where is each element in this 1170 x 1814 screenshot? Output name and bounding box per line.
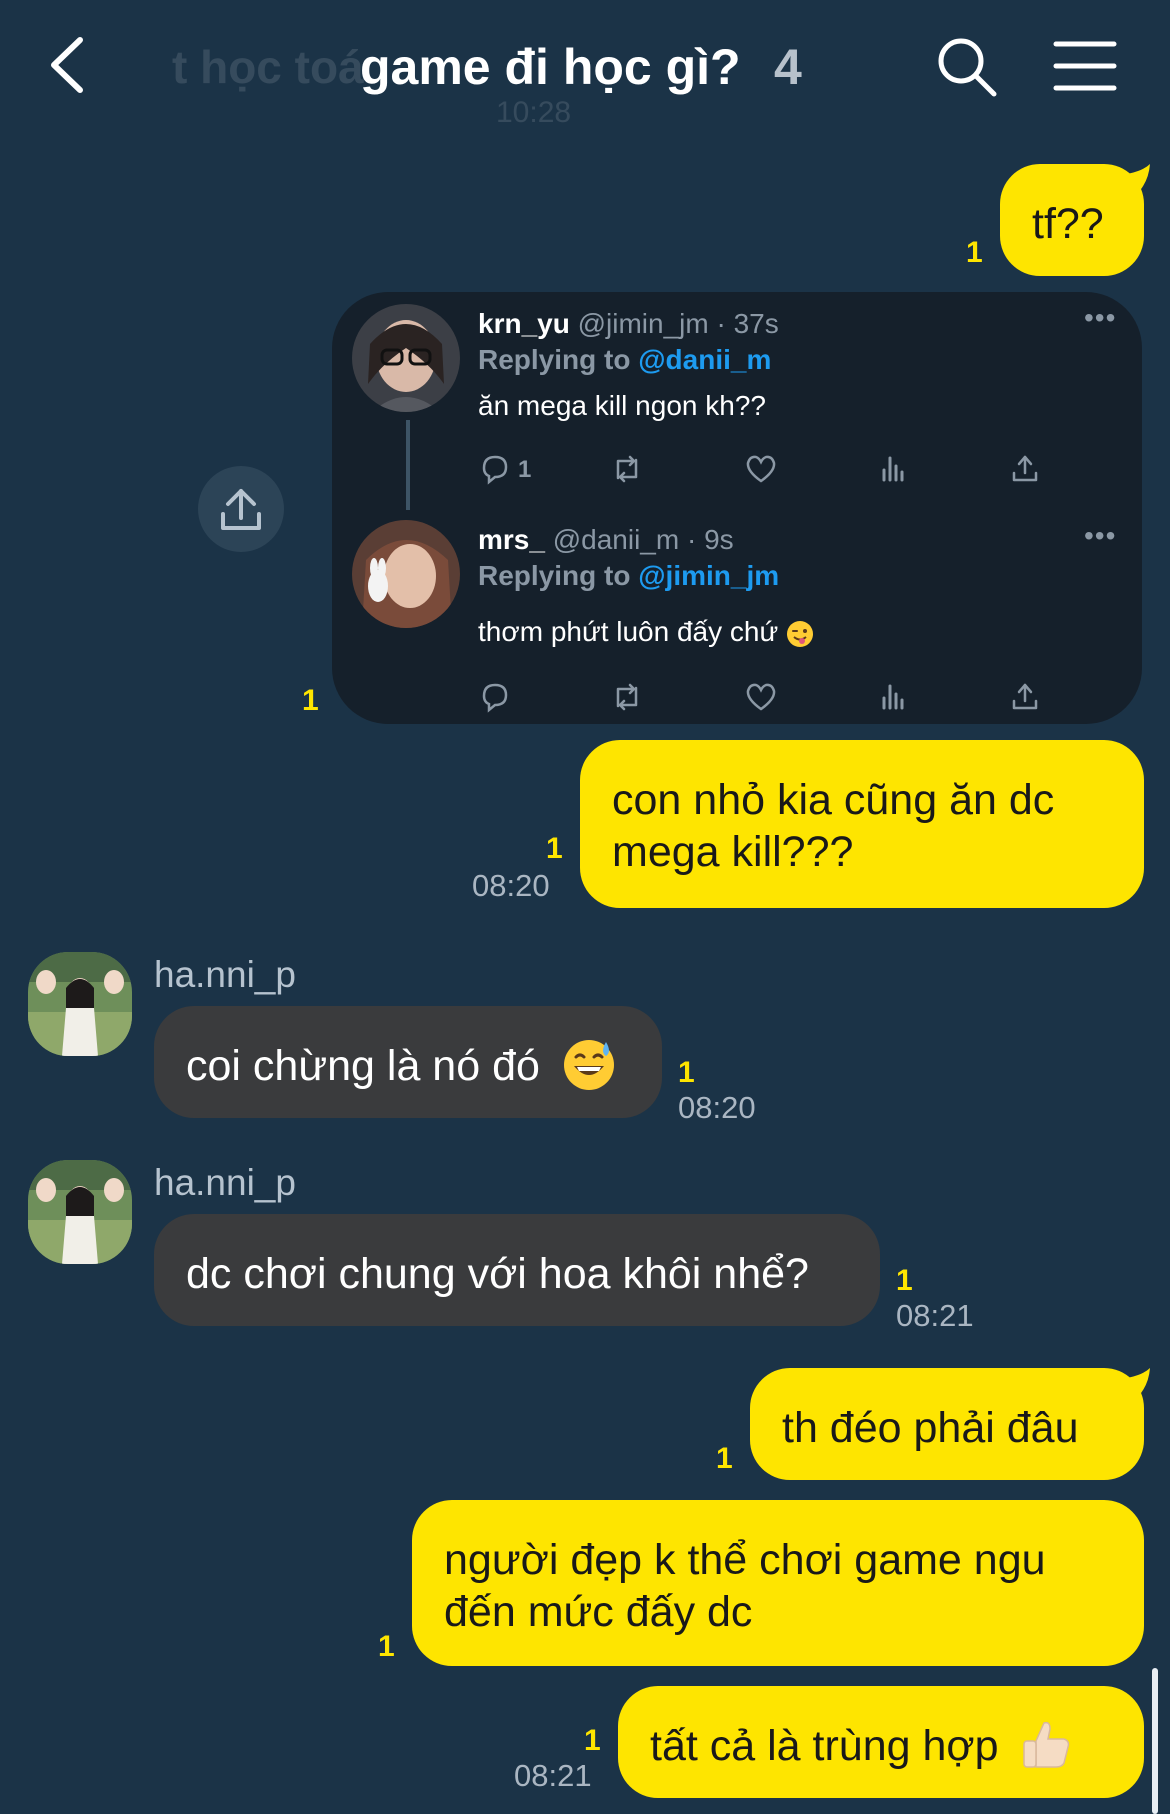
- message-bubble-received[interactable]: coi chừng là nó đó: [154, 1006, 662, 1118]
- more-options-icon[interactable]: •••: [1084, 302, 1116, 334]
- member-count: 4: [774, 39, 802, 95]
- tweet-author[interactable]: krn_yu @jimin_jm · 37s: [478, 308, 779, 340]
- unread-count: 1: [378, 1630, 395, 1663]
- background-message-time: 10:28: [496, 96, 572, 129]
- unread-count: 1: [716, 1442, 733, 1475]
- share-icon[interactable]: [1008, 680, 1042, 714]
- unread-count: 1: [966, 236, 983, 269]
- message-text-line: mega kill???: [612, 828, 854, 876]
- tweet-author[interactable]: mrs_ @danii_m · 9s: [478, 524, 734, 556]
- message-bubble-sent[interactable]: con nhỏ kia cũng ăn dc mega kill???: [580, 740, 1144, 908]
- message-text-line: đến mức đấy dc: [444, 1588, 753, 1636]
- message-text: th đéo phải đâu: [782, 1404, 1079, 1452]
- message-bubble-sent[interactable]: tất cả là trùng hợp: [618, 1686, 1144, 1798]
- message-time: 08:20: [472, 868, 550, 903]
- message-text: tất cả là trùng hợp: [650, 1722, 999, 1770]
- chevron-left-icon: [51, 37, 83, 93]
- chat-title: game đi học gì?: [360, 39, 741, 95]
- like-icon[interactable]: [744, 452, 778, 486]
- message-time: 08:20: [678, 1090, 756, 1125]
- message-text-line: con nhỏ kia cũng ăn dc: [612, 776, 1055, 824]
- unread-count: 1: [896, 1264, 913, 1297]
- search-icon: [938, 38, 997, 97]
- retweet-icon[interactable]: [610, 680, 644, 714]
- sender-name: ha.nni_p: [154, 954, 296, 995]
- share-icon: [221, 489, 261, 530]
- message-text-line: người đẹp k thể chơi game ngu: [444, 1536, 1046, 1584]
- mention-link[interactable]: @jimin_jm: [638, 560, 779, 591]
- avatar[interactable]: [352, 520, 460, 628]
- winking-tongue-emoji-icon: [787, 620, 814, 647]
- reply-count: 1: [518, 456, 532, 483]
- unread-count: 1: [584, 1724, 601, 1757]
- thumbs-up-emoji-icon: [1023, 1721, 1070, 1768]
- background-message-preview: t học toá: [172, 41, 364, 93]
- message-bubble-sent[interactable]: người đẹp k thể chơi game ngu đến mức đấ…: [412, 1500, 1144, 1666]
- tweet-text: thơm phứt luôn đấy chứ: [478, 616, 814, 648]
- unread-count: 1: [678, 1056, 695, 1089]
- message-text: coi chừng là nó đó: [186, 1042, 540, 1090]
- back-button[interactable]: [40, 30, 100, 100]
- message-text: tf??: [1032, 200, 1104, 248]
- analytics-icon[interactable]: [876, 680, 910, 714]
- reply-icon[interactable]: [478, 680, 512, 714]
- scrollbar[interactable]: [1152, 1668, 1158, 1814]
- tweet-text: ăn mega kill ngon kh??: [478, 390, 766, 421]
- message-text: dc chơi chung với hoa khôi nhể?: [186, 1250, 809, 1298]
- message-time: 08:21: [896, 1298, 974, 1333]
- message-time: 08:21: [514, 1758, 592, 1793]
- message-bubble-received[interactable]: dc chơi chung với hoa khôi nhể?: [154, 1214, 880, 1326]
- replying-to: Replying to @danii_m: [478, 344, 772, 375]
- unread-count: 1: [302, 684, 319, 717]
- chat-header: t học toá 10:28 game đi học gì? 4: [0, 0, 1170, 140]
- shared-tweet-card[interactable]: krn_yu @jimin_jm · 37s ••• Replying to @…: [332, 292, 1142, 724]
- replying-to: Replying to @jimin_jm: [478, 560, 780, 591]
- message-bubble-sent[interactable]: th đéo phải đâu: [750, 1368, 1144, 1480]
- share-icon[interactable]: [1008, 452, 1042, 486]
- thread-connector: [406, 420, 410, 510]
- avatar[interactable]: [28, 952, 132, 1056]
- grinning-sweat-emoji-icon: [563, 1039, 614, 1090]
- avatar[interactable]: [28, 1160, 132, 1264]
- search-button[interactable]: [932, 32, 1002, 102]
- analytics-icon[interactable]: [876, 452, 910, 486]
- menu-button[interactable]: [1052, 36, 1118, 96]
- sender-name: ha.nni_p: [154, 1162, 296, 1203]
- avatar[interactable]: [352, 304, 460, 412]
- retweet-icon[interactable]: [610, 452, 644, 486]
- unread-count: 1: [546, 832, 563, 865]
- hamburger-menu-icon: [1053, 41, 1117, 91]
- message-bubble-sent[interactable]: tf??: [1000, 164, 1144, 276]
- more-options-icon[interactable]: •••: [1084, 520, 1116, 552]
- mention-link[interactable]: @danii_m: [638, 344, 771, 375]
- reply-icon[interactable]: [478, 452, 512, 486]
- like-icon[interactable]: [744, 680, 778, 714]
- share-button[interactable]: [198, 466, 284, 552]
